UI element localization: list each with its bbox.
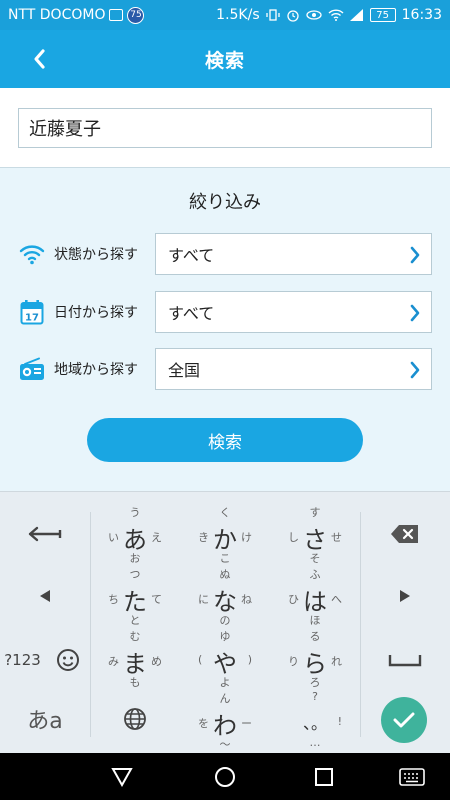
battery-indicator: 75 bbox=[369, 8, 396, 22]
undo-arrow-icon bbox=[28, 526, 62, 542]
kana-key-wa[interactable]: んをわー〜 bbox=[180, 688, 270, 752]
kana-key-ka[interactable]: くきかけこ bbox=[180, 502, 270, 566]
kana-key-sa[interactable]: すしさせそ bbox=[270, 502, 360, 566]
undo-key[interactable] bbox=[0, 512, 90, 556]
status-bar: NTT DOCOMO 75 1.5K/s 75 16:33 bbox=[0, 0, 450, 30]
calendar-icon: 17 bbox=[18, 298, 46, 326]
back-button[interactable] bbox=[22, 42, 56, 76]
kana-key-na[interactable]: ぬになねの bbox=[180, 564, 270, 628]
date-select[interactable]: すべて bbox=[155, 291, 432, 333]
kana-key-ta[interactable]: つちたてと bbox=[90, 564, 180, 628]
filter-row-status: 状態から探す すべて bbox=[18, 233, 432, 275]
chevron-left-icon bbox=[34, 49, 45, 69]
vibrate-icon bbox=[265, 9, 280, 21]
status-select[interactable]: すべて bbox=[155, 233, 432, 275]
nav-home-button[interactable] bbox=[203, 761, 247, 793]
search-input[interactable] bbox=[18, 108, 432, 148]
smiley-icon bbox=[56, 649, 79, 671]
space-icon bbox=[388, 655, 422, 667]
kana-key-ma[interactable]: むみまめも bbox=[90, 626, 180, 690]
cursor-right-key[interactable] bbox=[360, 574, 450, 618]
sim-icon bbox=[109, 9, 124, 21]
language-key[interactable] bbox=[90, 697, 180, 741]
notification-badge: 75 bbox=[127, 6, 145, 24]
svg-text:17: 17 bbox=[25, 313, 39, 324]
triangle-back-icon bbox=[111, 768, 133, 787]
wifi-status-icon bbox=[328, 9, 344, 21]
network-speed: 1.5K/s bbox=[216, 7, 260, 23]
input-mode-key[interactable]: あa bbox=[0, 697, 90, 741]
signal-icon bbox=[349, 9, 363, 21]
numbers-key[interactable]: ?123 bbox=[0, 638, 45, 682]
wifi-icon bbox=[18, 240, 46, 268]
confirm-key[interactable] bbox=[381, 697, 427, 743]
software-keyboard: ?123 あa ういあえお くきかけこ すしさせそ つちたてと ぬになねの ふひ… bbox=[0, 491, 450, 753]
kana-key-ra[interactable]: るりられろ bbox=[270, 626, 360, 690]
nav-keyboard-button[interactable] bbox=[390, 761, 434, 793]
check-icon bbox=[393, 712, 415, 728]
punctuation-key[interactable]: ?、。!… bbox=[270, 688, 360, 752]
chevron-right-icon bbox=[410, 246, 420, 264]
kana-key-a[interactable]: ういあえお bbox=[90, 502, 180, 566]
nav-back-button[interactable] bbox=[100, 761, 144, 793]
app-bar: 検索 bbox=[0, 30, 450, 88]
page-title: 検索 bbox=[204, 49, 245, 72]
triangle-right-icon bbox=[400, 590, 410, 602]
radio-icon bbox=[18, 355, 46, 383]
filter-row-region: 地域から探す 全国 bbox=[18, 348, 432, 390]
kana-key-ya[interactable]: ゆ(や) よ bbox=[180, 626, 270, 690]
emoji-key[interactable] bbox=[45, 638, 90, 682]
date-select-value: すべて bbox=[168, 304, 215, 323]
chevron-right-icon bbox=[410, 304, 420, 322]
region-select[interactable]: 全国 bbox=[155, 348, 432, 390]
square-recents-icon bbox=[315, 768, 333, 786]
keyboard-icon bbox=[399, 768, 425, 786]
alarm-icon bbox=[286, 10, 299, 22]
search-button[interactable]: 検索 bbox=[87, 418, 363, 462]
carrier-name: NTT DOCOMO bbox=[8, 7, 106, 23]
navigation-bar bbox=[0, 753, 450, 800]
filter-heading: 絞り込み bbox=[189, 192, 261, 213]
space-key[interactable] bbox=[360, 638, 450, 682]
search-area bbox=[0, 88, 450, 168]
backspace-icon bbox=[391, 525, 418, 543]
cursor-left-key[interactable] bbox=[0, 574, 90, 618]
chevron-right-icon bbox=[410, 361, 420, 379]
circle-home-icon bbox=[215, 767, 235, 787]
status-select-value: すべて bbox=[168, 246, 215, 265]
clock: 16:33 bbox=[401, 7, 442, 23]
backspace-key[interactable] bbox=[360, 512, 450, 556]
filter-row-date: 17 日付から探す すべて bbox=[18, 291, 432, 333]
eye-icon bbox=[305, 10, 322, 20]
nav-recents-button[interactable] bbox=[302, 761, 346, 793]
globe-icon bbox=[124, 708, 146, 730]
triangle-left-icon bbox=[40, 590, 50, 602]
kana-key-ha[interactable]: ふひはへほ bbox=[270, 564, 360, 628]
region-select-value: 全国 bbox=[168, 361, 201, 380]
